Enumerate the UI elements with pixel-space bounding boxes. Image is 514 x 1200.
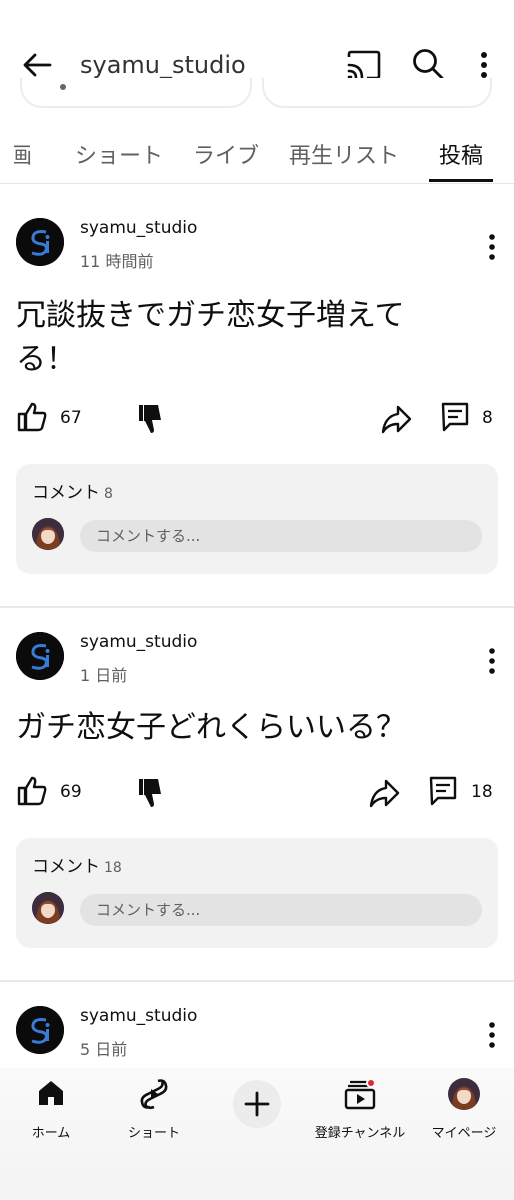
channel-tabs: 画 ショート ライブ 再生リスト 投稿 [0,118,514,184]
notification-dot [366,1078,376,1088]
more-vert-icon[interactable] [482,1020,502,1050]
bottom-navigation: ホーム ショート 登録チャンネル マイページ [0,1068,514,1200]
tab-posts[interactable]: 投稿 [439,138,483,170]
profile-avatar-icon [448,1078,480,1110]
plus-icon [244,1091,270,1117]
more-vert-icon[interactable] [482,646,502,676]
channel-avatar[interactable] [16,1006,64,1054]
create-button[interactable] [233,1080,281,1128]
post-time: 5 日前 [80,1040,128,1059]
post-divider [0,606,514,608]
comment-count: 18 [471,782,493,802]
search-icon[interactable] [410,46,446,82]
comment-input[interactable]: コメントする... [80,894,482,926]
channel-avatar[interactable] [16,218,64,266]
channel-action-pill[interactable] [20,78,252,108]
comment-icon[interactable] [440,400,470,434]
post-divider [0,980,514,982]
comment-heading: コメント 18 [32,857,122,877]
home-icon [39,1081,63,1105]
like-count: 67 [60,408,82,428]
channel-avatar[interactable] [16,632,64,680]
share-icon[interactable] [368,776,400,810]
channel-action-pill[interactable] [262,78,492,108]
arrow-left-icon[interactable] [20,48,54,82]
channel-title: syamu_studio [80,51,246,79]
comment-input[interactable]: コメントする... [80,520,482,552]
comment-section[interactable]: コメント 18 コメントする... [16,838,498,948]
user-avatar [32,518,64,550]
tab-shorts[interactable]: ショート [75,138,163,170]
like-count: 69 [60,782,82,802]
post-text: ガチ恋女子どれくらいいる？ [16,710,406,745]
more-vert-icon[interactable] [482,232,502,262]
post-author[interactable]: syamu_studio [80,632,197,652]
active-tab-indicator [429,179,493,182]
tab-playlists[interactable]: 再生リスト [289,138,399,170]
more-vert-icon[interactable] [472,48,496,82]
like-icon[interactable] [16,774,48,808]
tab-videos[interactable]: 画 [14,138,32,168]
shorts-icon [140,1079,168,1110]
post-time: 11 時間前 [80,252,154,271]
user-avatar [32,892,64,924]
post-author[interactable]: syamu_studio [80,218,197,238]
comment-heading: コメント 8 [32,483,113,503]
tab-live[interactable]: ライブ [193,138,259,170]
comment-icon[interactable] [428,774,458,808]
share-icon[interactable] [380,402,412,436]
post-author[interactable]: syamu_studio [80,1006,197,1026]
post-time: 1 日前 [80,666,128,685]
like-icon[interactable] [16,400,48,434]
dislike-icon[interactable] [136,776,166,810]
cast-icon[interactable] [346,48,382,82]
comment-count: 8 [482,408,493,428]
post-text: 冗談抜きでガチ恋女子増えてる！ [16,298,405,377]
comment-section[interactable]: コメント 8 コメントする... [16,464,498,574]
dislike-icon[interactable] [136,402,166,436]
